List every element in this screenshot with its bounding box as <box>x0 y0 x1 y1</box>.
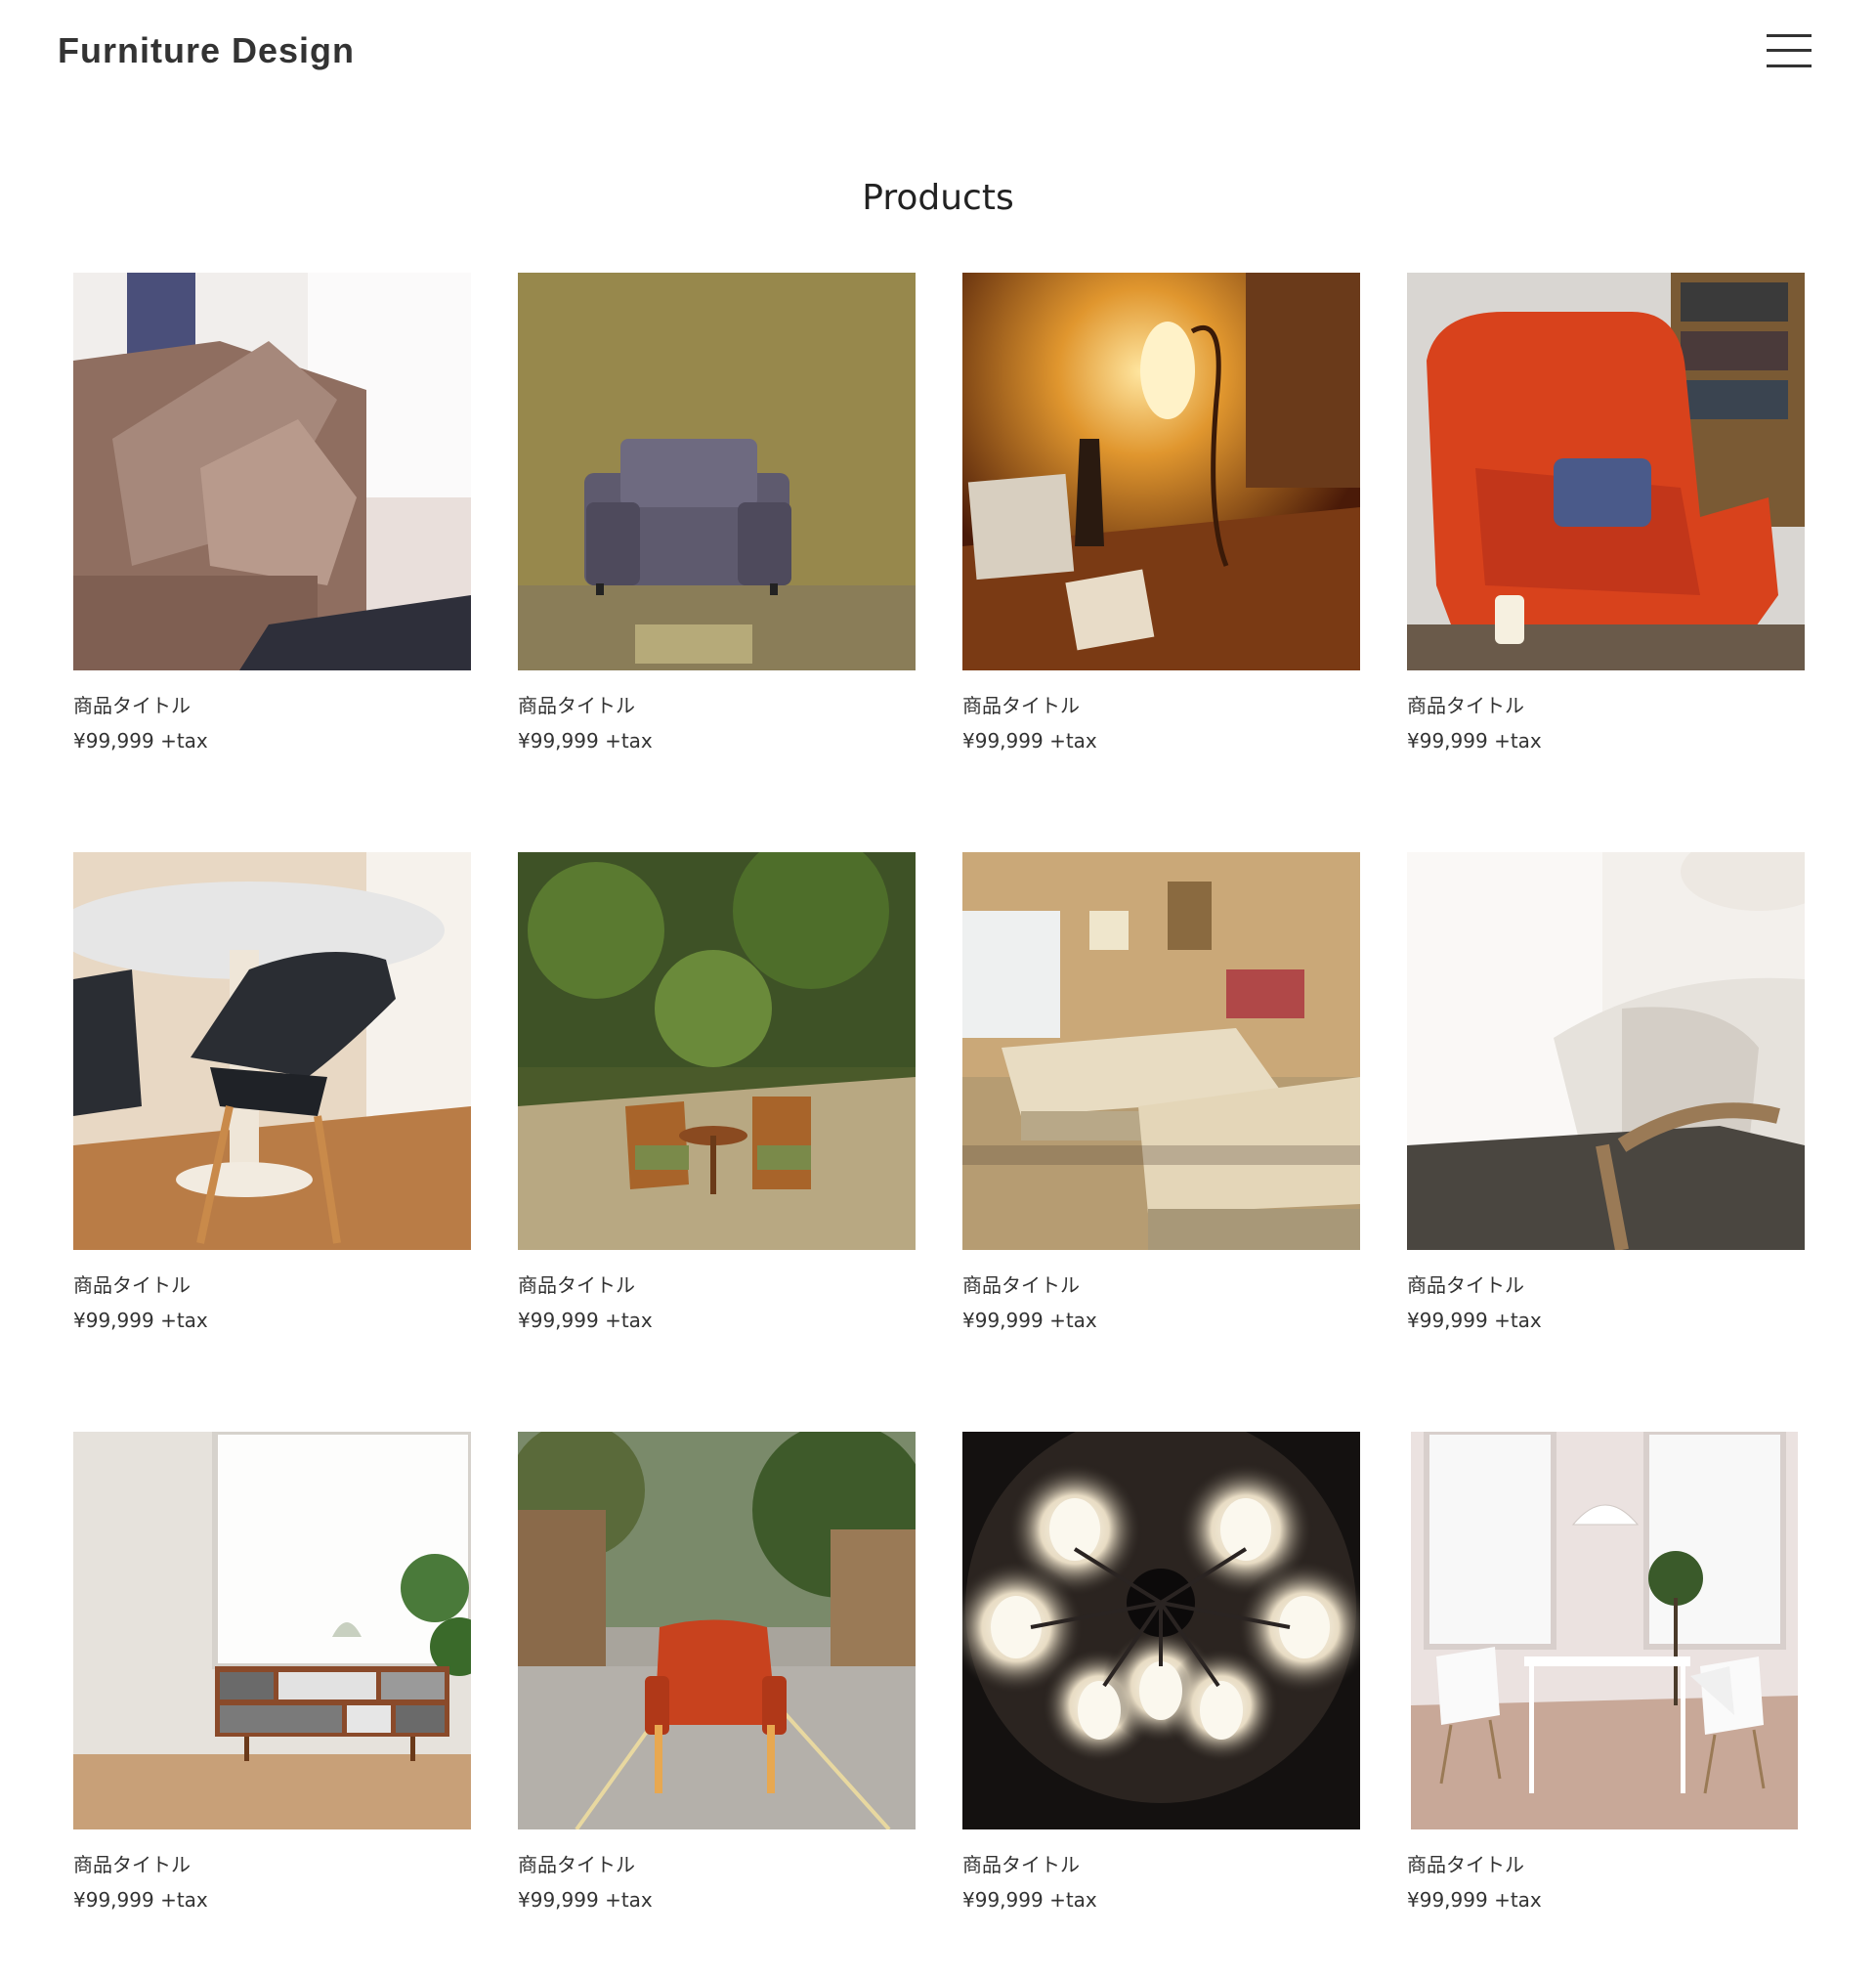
round-table-and-chairs-photo <box>73 852 471 1250</box>
product-title[interactable]: 商品タイトル <box>518 1271 916 1299</box>
product-card[interactable]: 商品タイトル ¥99,999 +tax <box>962 1432 1360 1979</box>
product-price: ¥99,999 +tax <box>518 1888 653 1912</box>
product-card[interactable]: 商品タイトル ¥99,999 +tax <box>1407 273 1805 852</box>
product-card[interactable]: 商品タイトル ¥99,999 +tax <box>73 852 471 1432</box>
product-price: ¥99,999 +tax <box>518 1309 653 1332</box>
product-image[interactable] <box>962 1432 1360 1829</box>
product-title[interactable]: 商品タイトル <box>518 1851 916 1878</box>
product-image[interactable] <box>1407 852 1805 1250</box>
table-lamp-photo <box>962 273 1360 670</box>
product-image[interactable] <box>1407 273 1805 670</box>
product-card[interactable]: 商品タイトル ¥99,999 +tax <box>518 852 916 1432</box>
product-price: ¥99,999 +tax <box>73 1888 208 1912</box>
product-card[interactable]: 商品タイトル ¥99,999 +tax <box>518 273 916 852</box>
product-title[interactable]: 商品タイトル <box>518 692 916 719</box>
site-title[interactable]: Furniture Design <box>58 29 355 72</box>
page: Furniture Design Products 商品タイトル ¥99,999… <box>0 0 1876 1979</box>
product-price: ¥99,999 +tax <box>518 729 653 753</box>
site-header: Furniture Design <box>0 0 1876 102</box>
product-card[interactable]: 商品タイトル ¥99,999 +tax <box>962 273 1360 852</box>
product-card[interactable]: 商品タイトル ¥99,999 +tax <box>518 1432 916 1979</box>
product-price: ¥99,999 +tax <box>962 1888 1097 1912</box>
product-card[interactable]: 商品タイトル ¥99,999 +tax <box>962 852 1360 1432</box>
product-image[interactable] <box>518 1432 916 1829</box>
product-title[interactable]: 商品タイトル <box>73 692 471 719</box>
garden-patio-chairs-photo <box>518 852 916 1250</box>
product-title[interactable]: 商品タイトル <box>1407 1851 1805 1878</box>
product-grid: 商品タイトル ¥99,999 +tax 商品タイトル ¥99,999 +tax … <box>73 273 1805 1979</box>
hamburger-menu-icon[interactable] <box>1767 32 1812 69</box>
product-image[interactable] <box>1407 1432 1805 1829</box>
product-card[interactable]: 商品タイトル ¥99,999 +tax <box>73 273 471 852</box>
product-title[interactable]: 商品タイトル <box>73 1851 471 1878</box>
menu-bar <box>1767 65 1812 67</box>
product-image[interactable] <box>73 273 471 670</box>
product-image[interactable] <box>518 852 916 1250</box>
product-title[interactable]: 商品タイトル <box>1407 1271 1805 1299</box>
red-wingback-chair-photo <box>1407 273 1805 670</box>
product-image[interactable] <box>518 273 916 670</box>
product-price: ¥99,999 +tax <box>1407 1888 1542 1912</box>
product-price: ¥99,999 +tax <box>73 729 208 753</box>
section-title: Products <box>862 178 1014 218</box>
sideboard-cabinet-photo <box>73 1432 471 1829</box>
product-image[interactable] <box>73 852 471 1250</box>
product-title[interactable]: 商品タイトル <box>73 1271 471 1299</box>
product-title[interactable]: 商品タイトル <box>1407 692 1805 719</box>
product-price: ¥99,999 +tax <box>1407 729 1542 753</box>
armchair-against-wallpaper-photo <box>518 273 916 670</box>
sofa-with-cushions-photo <box>73 273 471 670</box>
product-price: ¥99,999 +tax <box>962 1309 1097 1332</box>
red-armchair-on-street-photo <box>518 1432 916 1829</box>
product-price: ¥99,999 +tax <box>962 729 1097 753</box>
product-title[interactable]: 商品タイトル <box>962 692 1360 719</box>
hotel-twin-beds-photo <box>962 852 1360 1250</box>
menu-bar <box>1767 49 1812 52</box>
product-price: ¥99,999 +tax <box>1407 1309 1542 1332</box>
chair-with-pillow-photo <box>1407 852 1805 1250</box>
ceiling-chandelier-photo <box>962 1432 1360 1829</box>
product-title[interactable]: 商品タイトル <box>962 1271 1360 1299</box>
product-image[interactable] <box>962 273 1360 670</box>
product-image[interactable] <box>962 852 1360 1250</box>
product-title[interactable]: 商品タイトル <box>962 1851 1360 1878</box>
product-card[interactable]: 商品タイトル ¥99,999 +tax <box>1407 1432 1805 1979</box>
menu-bar <box>1767 34 1812 37</box>
product-card[interactable]: 商品タイトル ¥99,999 +tax <box>73 1432 471 1979</box>
white-dining-set-photo <box>1407 1432 1805 1829</box>
product-image[interactable] <box>73 1432 471 1829</box>
product-price: ¥99,999 +tax <box>73 1309 208 1332</box>
product-card[interactable]: 商品タイトル ¥99,999 +tax <box>1407 852 1805 1432</box>
